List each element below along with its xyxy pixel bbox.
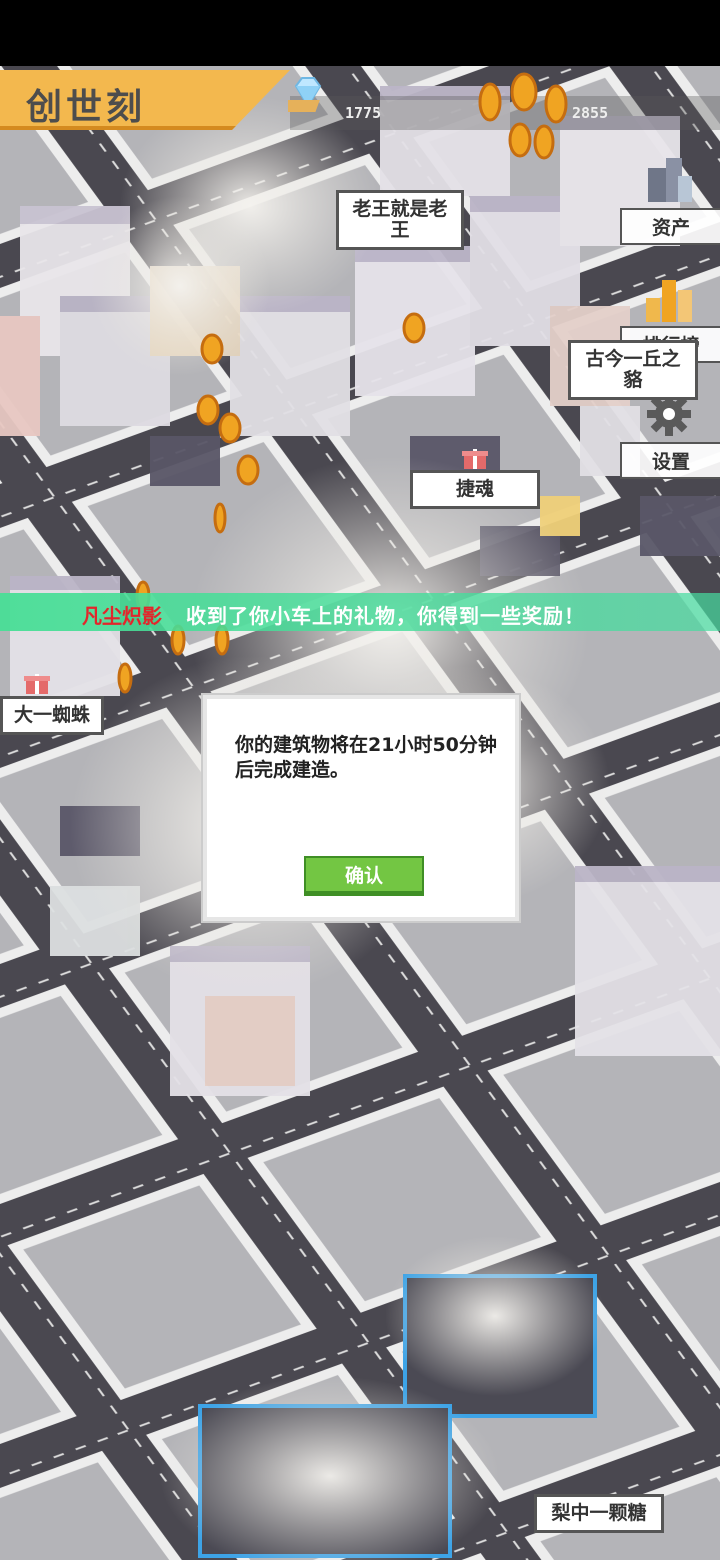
assets-button[interactable]: 资产 [620, 150, 720, 245]
banner-player-name: 凡尘炽影 [82, 604, 162, 628]
assets-label: 资产 [620, 208, 720, 245]
player-label[interactable]: 古今一丘之貉 [568, 340, 698, 400]
banner-message: 收到了你小车上的礼物，你得到一些奖励！ [186, 604, 585, 628]
player-label[interactable]: 大一蜘蛛 [0, 696, 104, 735]
confirm-button[interactable]: 确认 [304, 856, 424, 896]
dialog-message: 你的建筑物将在21小时50分钟后完成建造。 [235, 734, 497, 781]
leaderboard-icon [646, 280, 692, 322]
build-time-dialog: 你的建筑物将在21小时50分钟后完成建造。 确认 [203, 695, 519, 921]
coin-count: 2855 [572, 104, 609, 122]
game-title: 创世刻 [26, 87, 147, 128]
coin-stack-icon [478, 72, 568, 160]
player-label[interactable]: 老王就是老王 [336, 190, 464, 250]
settings-label: 设置 [620, 442, 720, 479]
assets-icon [648, 158, 692, 202]
diamond-count: 1775 [345, 104, 382, 122]
player-label[interactable]: 梨中一颗糖 [534, 1494, 664, 1533]
player-label[interactable]: 捷魂 [410, 470, 540, 509]
diamond-icon [288, 77, 322, 112]
gift-icon[interactable] [24, 668, 50, 696]
gift-icon[interactable] [462, 443, 488, 471]
status-bar [0, 0, 720, 66]
